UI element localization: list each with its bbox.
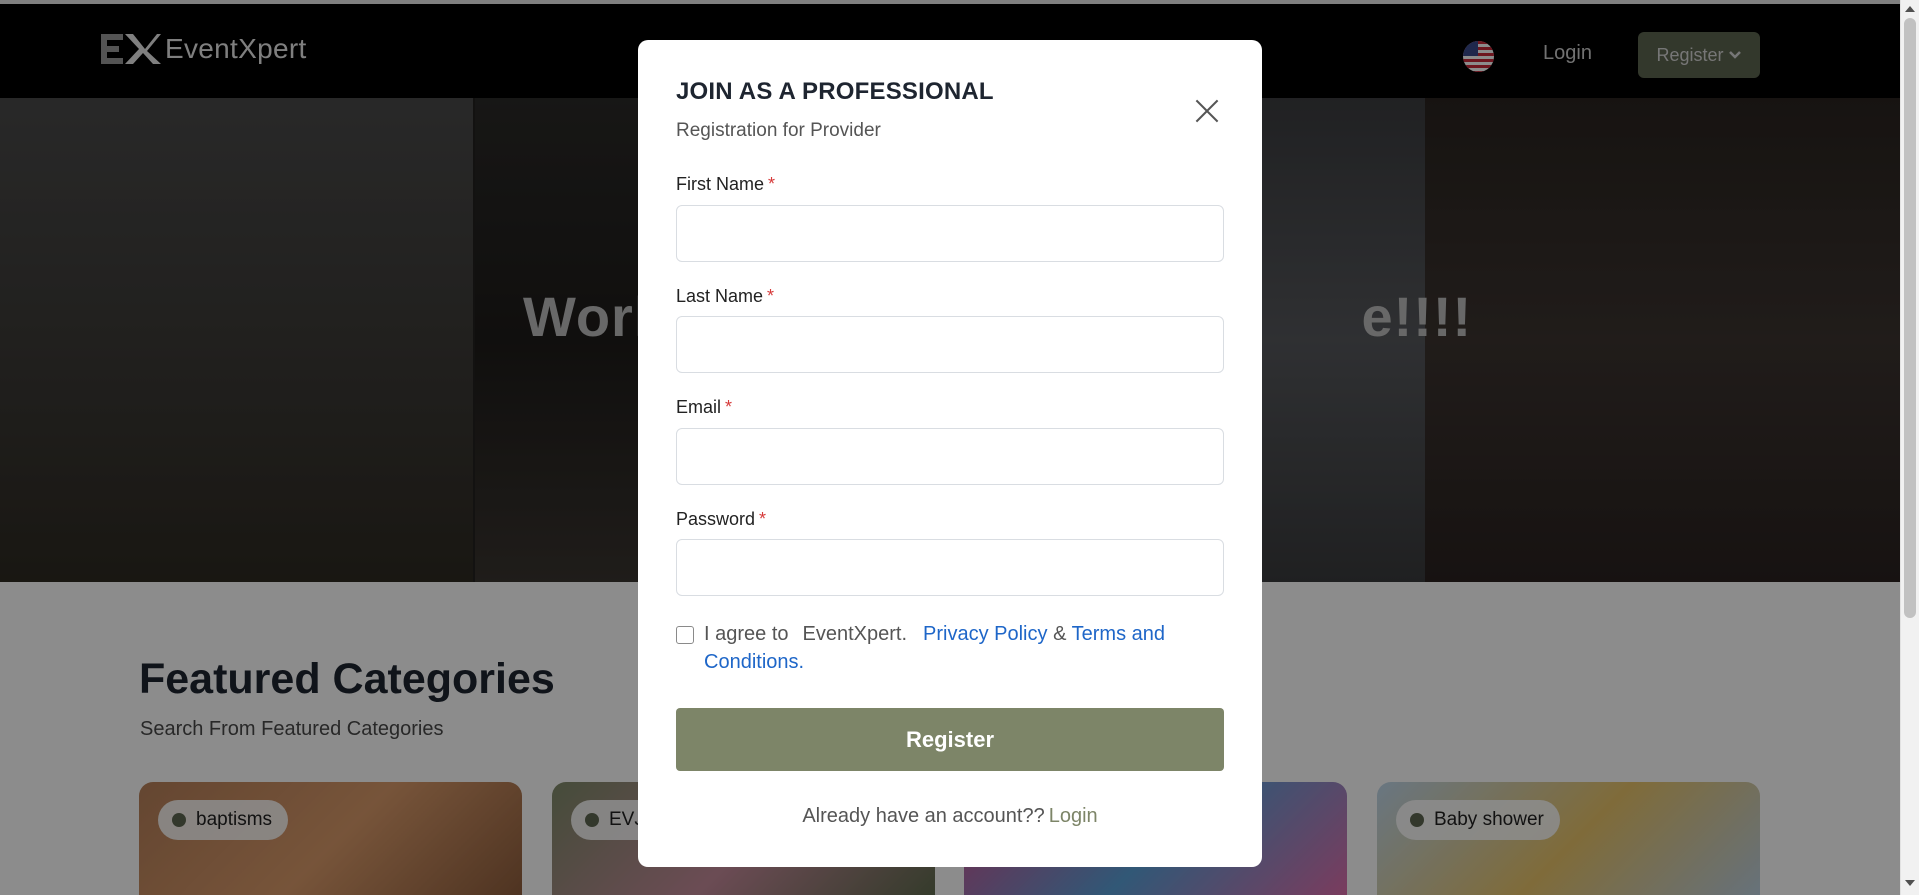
last-name-label-text: Last Name bbox=[676, 286, 764, 306]
scroll-thumb[interactable] bbox=[1904, 18, 1916, 618]
agree-checkbox[interactable] bbox=[676, 626, 694, 644]
last-name-input[interactable] bbox=[676, 316, 1224, 373]
email-label-text: Email bbox=[676, 397, 722, 417]
page-scrollbar[interactable] bbox=[1900, 0, 1919, 895]
already-have-account: Already have an account?? Login bbox=[638, 805, 1262, 828]
registration-modal: JOIN AS A PROFESSIONAL Registration for … bbox=[638, 40, 1262, 867]
modal-title: JOIN AS A PROFESSIONAL bbox=[676, 78, 994, 105]
required-marker: * bbox=[768, 174, 776, 194]
scroll-up-icon[interactable] bbox=[1905, 6, 1915, 12]
email-input[interactable] bbox=[676, 428, 1224, 485]
modal-subtitle: Registration for Provider bbox=[676, 120, 881, 141]
first-name-label: First Name * bbox=[676, 174, 775, 195]
close-icon[interactable] bbox=[1194, 98, 1220, 124]
agree-text: I agree to EventXpert. Privacy Policy & Te… bbox=[676, 620, 1224, 676]
password-label-text: Password bbox=[676, 509, 756, 529]
required-marker: * bbox=[767, 286, 775, 306]
agree-ampersand: & bbox=[1053, 623, 1067, 645]
first-name-input[interactable] bbox=[676, 205, 1224, 262]
first-name-label-text: First Name bbox=[676, 174, 765, 194]
last-name-label: Last Name * bbox=[676, 286, 774, 307]
scroll-down-icon[interactable] bbox=[1905, 880, 1915, 886]
required-marker: * bbox=[725, 397, 733, 417]
already-text: Already have an account?? bbox=[802, 805, 1045, 827]
email-label: Email * bbox=[676, 397, 732, 418]
agree-brand: EventXpert. bbox=[802, 623, 908, 645]
register-button[interactable]: Register bbox=[676, 708, 1224, 771]
terms-agreement: I agree to EventXpert. Privacy Policy & Te… bbox=[676, 620, 1224, 676]
password-input[interactable] bbox=[676, 539, 1224, 596]
modal-login-link[interactable]: Login bbox=[1049, 805, 1098, 827]
password-label: Password * bbox=[676, 509, 766, 530]
agree-prefix: I agree to bbox=[704, 623, 789, 645]
privacy-policy-link[interactable]: Privacy Policy bbox=[923, 623, 1047, 645]
required-marker: * bbox=[759, 509, 767, 529]
